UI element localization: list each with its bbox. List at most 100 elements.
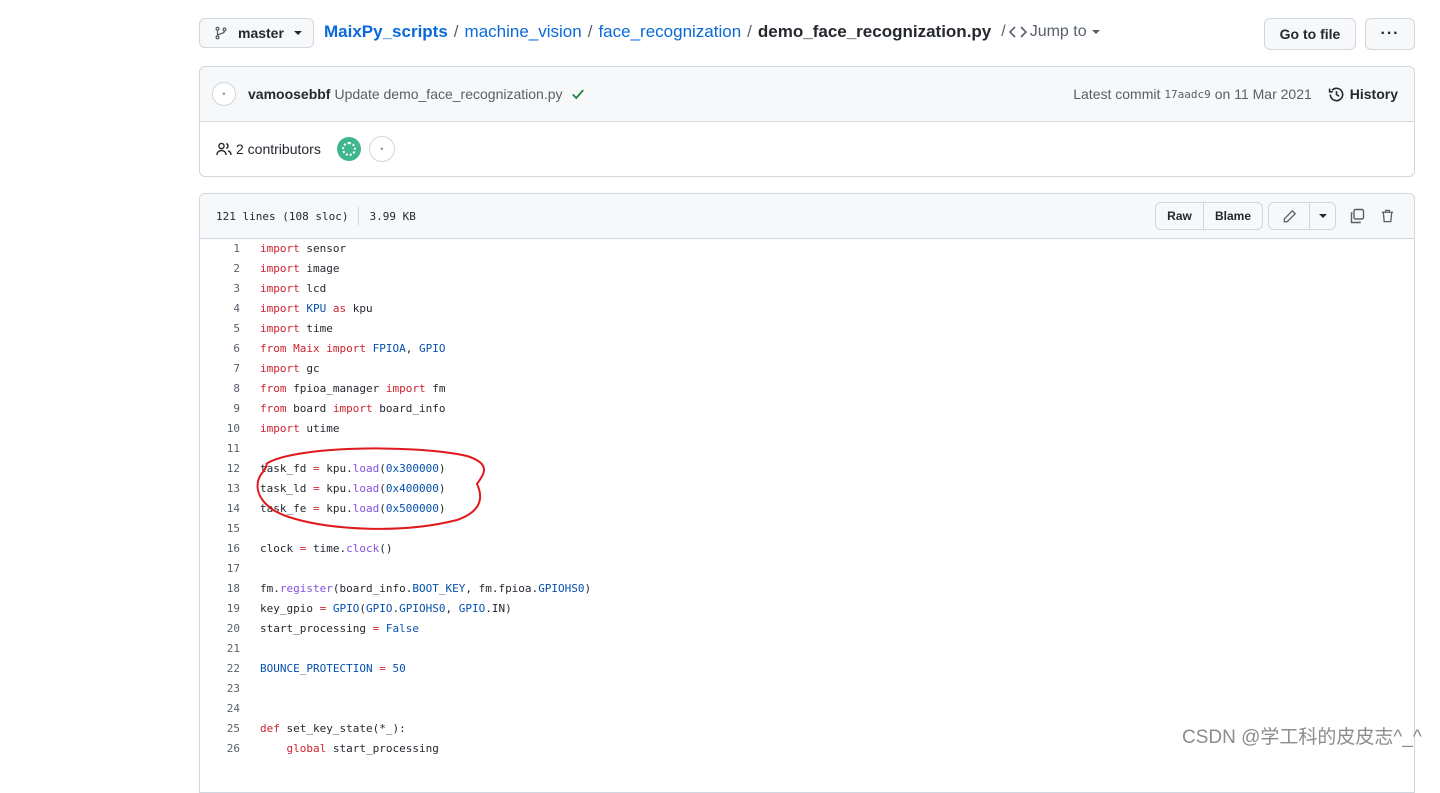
csdn-watermark: CSDN @学工科的皮皮志^_^ [1182,727,1422,748]
code-text: from Maix import FPIOA, GPIO [260,342,446,355]
raw-button[interactable]: Raw [1156,203,1203,229]
breadcrumb-separator: / [587,22,593,41]
line-number[interactable]: 19 [200,599,240,619]
line-number[interactable]: 2 [200,259,240,279]
code-text: key_gpio = GPIO(GPIO.GPIOHS0, GPIO.IN) [260,602,512,615]
file-lines-info: 121 lines (108 sloc) [216,209,349,223]
go-to-file-button[interactable]: Go to file [1264,18,1356,50]
code-text: start_processing = False [260,622,419,635]
trash-icon [1381,209,1393,223]
file-info: 121 lines (108 sloc) 3.99 KB [216,207,416,225]
line-number[interactable]: 26 [200,739,240,759]
breadcrumb-separator: / [1001,23,1006,40]
code-text: global start_processing [286,742,439,755]
code-text: import utime [260,422,340,435]
edit-dropdown-button[interactable] [1309,203,1335,229]
code-text: task_fd = kpu.load(0x300000) [260,462,446,475]
breadcrumb-link-repo[interactable]: MaixPy_scripts [324,22,448,42]
code-text: task_ld = kpu.load(0x400000) [260,482,446,495]
file-actions: Raw Blame [1155,202,1398,230]
line-number[interactable]: 15 [200,519,240,539]
file-size: 3.99 KB [369,209,416,223]
commit-box: • vamoosebbf Update demo_face_recognizat… [199,66,1415,177]
pencil-icon [1283,209,1296,222]
commit-author[interactable]: vamoosebbf [248,86,330,102]
commit-message[interactable]: Update demo_face_recognization.py [334,86,562,102]
edit-button[interactable] [1269,203,1309,229]
line-number[interactable]: 24 [200,699,240,719]
commit-meta: Latest commit 17aadc9 on 11 Mar 2021 His… [1073,86,1398,103]
branch-name: master [238,25,284,41]
code-text: import gc [260,362,320,375]
line-number[interactable]: 23 [200,679,240,699]
code-text: import KPU as kpu [260,302,373,315]
avatar[interactable] [336,137,361,161]
check-icon[interactable] [571,87,585,101]
code-icon [1008,26,1027,38]
raw-blame-group: Raw Blame [1155,202,1263,230]
jump-to-dropdown[interactable]: / Jump to [1001,23,1100,41]
line-number[interactable]: 5 [200,319,240,339]
commit-sha[interactable]: 17aadc9 [1164,88,1210,101]
code-text: fm.register(board_info.BOOT_KEY, fm.fpio… [260,582,592,595]
line-number[interactable]: 9 [200,399,240,419]
line-number[interactable]: 8 [200,379,240,399]
code-text: task_fe = kpu.load(0x500000) [260,502,446,515]
code-text: import image [260,262,340,275]
line-number[interactable]: 10 [200,419,240,439]
jump-to-label: Jump to [1029,23,1087,40]
breadcrumb-current-file: demo_face_recognization.py [757,22,992,41]
divider [358,207,360,225]
code-text: from board import board_info [260,402,446,415]
file-box: 121 lines (108 sloc) 3.99 KB Raw Blame 1… [199,193,1415,793]
line-number[interactable]: 13 [200,479,240,499]
code-text: import time [260,322,333,335]
caret-down-icon [1318,214,1327,218]
breadcrumb-separator: / [453,22,459,41]
breadcrumb-link-machine-vision[interactable]: machine_vision [465,22,582,42]
avatar[interactable]: • [212,82,236,106]
line-number[interactable]: 25 [200,719,240,739]
line-number[interactable]: 22 [200,659,240,679]
code-text: import lcd [260,282,327,295]
kebab-horizontal-icon: ··· [1380,25,1400,42]
line-number[interactable]: 7 [200,359,240,379]
history-link[interactable]: History [1328,86,1398,103]
latest-commit-label: Latest commit [1073,86,1161,102]
contributors-row: 2 contributors • [200,122,1414,176]
code-text: BOUNCE_PROTECTION = 50 [260,662,406,675]
more-options-button[interactable]: ··· [1365,18,1415,50]
line-number[interactable]: 11 [200,439,240,459]
breadcrumb-link-face-recognization[interactable]: face_recognization [598,22,741,42]
caret-down-icon [1091,30,1100,34]
delete-button[interactable] [1376,205,1398,227]
git-branch-icon [215,26,227,40]
line-number[interactable]: 14 [200,499,240,519]
line-number[interactable]: 12 [200,459,240,479]
breadcrumb-separator: / [747,22,752,41]
line-number[interactable]: 4 [200,299,240,319]
line-number[interactable]: 18 [200,579,240,599]
copy-icon [1350,208,1365,224]
file-header: 121 lines (108 sloc) 3.99 KB Raw Blame [200,194,1414,239]
history-label: History [1349,86,1398,102]
line-number[interactable]: 3 [200,279,240,299]
breadcrumb: MaixPy_scripts / machine_vision / face_r… [324,22,1100,42]
line-number[interactable]: 6 [200,339,240,359]
copy-button[interactable] [1346,205,1368,227]
contributors-count[interactable]: 2 contributors [236,141,321,157]
history-icon [1328,87,1344,101]
people-icon [216,142,232,156]
line-number[interactable]: 21 [200,639,240,659]
line-number[interactable]: 1 [200,239,240,259]
code-text: from fpioa_manager import fm [260,382,446,395]
blame-button[interactable]: Blame [1203,203,1262,229]
line-number[interactable]: 17 [200,559,240,579]
code-text: import sensor [260,242,347,255]
line-number[interactable]: 16 [200,539,240,559]
line-number[interactable]: 20 [200,619,240,639]
branch-select-button[interactable]: master [199,18,314,48]
edit-group [1268,202,1336,230]
caret-down-icon [293,31,302,35]
avatar[interactable]: • [368,136,395,162]
